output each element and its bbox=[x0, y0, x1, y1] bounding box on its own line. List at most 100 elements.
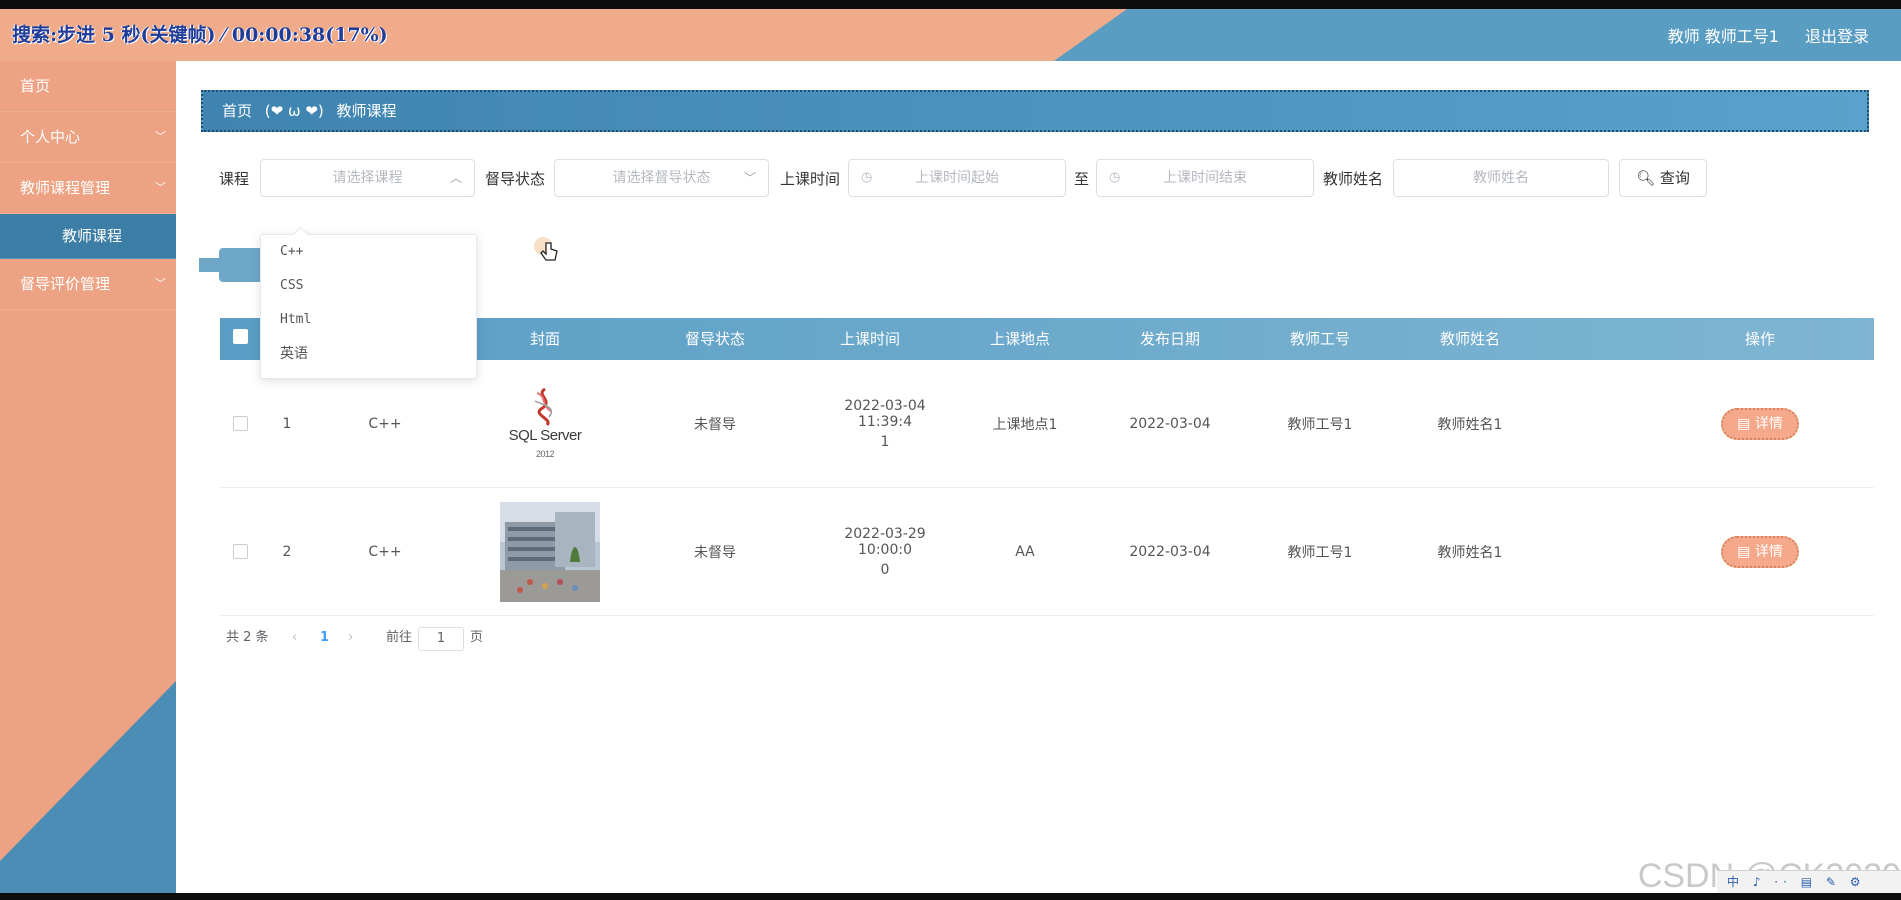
row-time: 2022-03-29 10:00:0 0 bbox=[820, 488, 950, 615]
breadcrumb-separator: (❤ ω ❤) bbox=[264, 102, 324, 120]
page-unit-label: 页 bbox=[470, 630, 484, 645]
course-option[interactable]: Html bbox=[261, 303, 476, 337]
to-label: 至 bbox=[1074, 170, 1090, 188]
chevron-down-icon: ﹀ bbox=[155, 181, 166, 194]
row-location: 上课地点1 bbox=[992, 416, 1058, 433]
table-row: 1 C++ SQL Server 2012 未督导 2022-03-04 11:… bbox=[220, 360, 1874, 488]
prev-page-icon[interactable]: ‹ bbox=[292, 624, 297, 652]
app-title: 搜索:步进 5 秒(关键帧) ⁄ 00:00:38(17%) bbox=[12, 24, 388, 46]
row-time-line2: 1 bbox=[880, 433, 890, 450]
detail-button[interactable]: ▤ 详情 bbox=[1721, 407, 1799, 440]
sidebar-item-course-management[interactable]: 教师课程管理 ﹀ bbox=[0, 163, 176, 214]
row-cover-cell bbox=[500, 488, 600, 615]
sidebar-item-label: 首页 bbox=[20, 77, 51, 95]
goto-label: 前往 bbox=[386, 630, 413, 645]
chevron-up-icon: ︿ bbox=[449, 171, 462, 185]
cover-image: SQL Server 2012 bbox=[500, 382, 590, 466]
teacher-name-input[interactable]: 教师姓名 bbox=[1393, 159, 1609, 197]
row-course: C++ bbox=[368, 543, 402, 560]
column-header: 操作 bbox=[1744, 330, 1775, 348]
course-dropdown: C++ CSS Html 英语 bbox=[260, 226, 477, 379]
column-header: 上课地点 bbox=[989, 330, 1050, 348]
cover-caption: SQL Server 2012 bbox=[500, 427, 590, 461]
course-option[interactable]: CSS bbox=[261, 269, 476, 303]
course-label: 课程 bbox=[219, 170, 250, 188]
current-user: 教师 教师工号1 bbox=[1667, 27, 1779, 46]
search-bar: 课程 请选择课程 ︿ 督导状态 请选择督导状态 ﹀ 上课时间 ◷ 上课时间起始 … bbox=[179, 159, 1901, 199]
sidebar-item-supervision-evaluation[interactable]: 督导评价管理 ﹀ bbox=[0, 259, 176, 310]
status-label: 督导状态 bbox=[485, 170, 546, 188]
sql-server-logo-icon bbox=[534, 387, 553, 426]
row-status: 未督导 bbox=[694, 544, 736, 561]
current-page-number[interactable]: 1 bbox=[320, 624, 329, 652]
row-time-line1: 2022-03-04 11:39:4 bbox=[844, 397, 926, 430]
next-page-icon[interactable]: › bbox=[348, 624, 353, 652]
detail-button-label: 详情 bbox=[1754, 543, 1783, 560]
time-label: 上课时间 bbox=[780, 170, 841, 188]
row-teacher-id: 教师工号1 bbox=[1287, 416, 1353, 433]
course-select-placeholder: 请选择课程 bbox=[332, 170, 403, 186]
time-end-placeholder: 上课时间结束 bbox=[1163, 170, 1247, 186]
column-header: 教师姓名 bbox=[1439, 330, 1500, 348]
cover-version: 2012 bbox=[535, 448, 555, 459]
breadcrumb-home[interactable]: 首页 bbox=[222, 102, 252, 120]
row-checkbox-cell bbox=[220, 488, 260, 615]
select-all-checkbox[interactable] bbox=[232, 329, 248, 344]
query-button[interactable]: 🔍︎ 查询 bbox=[1619, 159, 1707, 197]
detail-button[interactable]: ▤ 详情 bbox=[1721, 535, 1799, 568]
row-cover-cell: SQL Server 2012 bbox=[500, 360, 590, 487]
chevron-down-icon: ﹀ bbox=[155, 130, 166, 143]
row-publish-date: 2022-03-04 bbox=[1129, 415, 1211, 432]
search-icon: 🔍︎ bbox=[1636, 169, 1656, 187]
row-teacher-id: 教师工号1 bbox=[1287, 544, 1353, 561]
course-option[interactable]: C++ bbox=[261, 235, 476, 269]
row-publish-date: 2022-03-04 bbox=[1129, 543, 1211, 560]
row-checkbox[interactable] bbox=[232, 544, 248, 559]
row-action-cell: ▤ 详情 bbox=[1720, 488, 1800, 615]
column-header: 上课时间 bbox=[839, 330, 900, 348]
top-header: 搜索:步进 5 秒(关键帧) ⁄ 00:00:38(17%) 教师 教师工号1 … bbox=[0, 9, 1901, 61]
sidebar: 首页 个人中心 ﹀ 教师课程管理 ﹀ 教师课程 督导评价管理 ﹀ bbox=[0, 61, 176, 893]
document-icon: ▤ bbox=[1737, 415, 1751, 432]
pagination-total: 共 2 条 bbox=[226, 630, 269, 645]
column-header: 发布日期 bbox=[1139, 330, 1200, 348]
detail-button-label: 详情 bbox=[1754, 415, 1783, 432]
sidebar-item-teacher-course[interactable]: 教师课程 bbox=[0, 214, 176, 259]
sidebar-item-label: 个人中心 bbox=[20, 128, 81, 146]
sidebar-item-home[interactable]: 首页 bbox=[0, 61, 176, 112]
column-header: 教师工号 bbox=[1289, 330, 1350, 348]
select-all-cell bbox=[220, 318, 260, 360]
query-button-label: 查询 bbox=[1659, 169, 1690, 187]
row-checkbox[interactable] bbox=[232, 416, 248, 431]
cover-text: SQL Server bbox=[508, 426, 582, 444]
time-end-input[interactable]: ◷ 上课时间结束 bbox=[1096, 159, 1314, 197]
sidebar-item-label: 教师课程管理 bbox=[20, 179, 111, 197]
clock-icon: ◷ bbox=[861, 170, 873, 185]
time-start-input[interactable]: ◷ 上课时间起始 bbox=[848, 159, 1066, 197]
row-index: 2 bbox=[282, 543, 292, 560]
row-time-line1: 2022-03-29 10:00:0 bbox=[844, 525, 926, 558]
table-row: 2 C++ 未督导 2022-03-29 10:00:0 0 AA 2022-0… bbox=[220, 488, 1874, 616]
app-window: 搜索:步进 5 秒(关键帧) ⁄ 00:00:38(17%) 教师 教师工号1 … bbox=[0, 9, 1901, 893]
row-action-cell: ▤ 详情 bbox=[1720, 360, 1800, 487]
row-course: C++ bbox=[368, 415, 402, 432]
status-select-placeholder: 请选择督导状态 bbox=[612, 170, 711, 186]
teacher-name-label: 教师姓名 bbox=[1323, 170, 1384, 188]
time-start-placeholder: 上课时间起始 bbox=[915, 170, 999, 186]
row-teacher-name: 教师姓名1 bbox=[1437, 416, 1503, 433]
course-option[interactable]: 英语 bbox=[261, 337, 476, 371]
sidebar-item-personal-center[interactable]: 个人中心 ﹀ bbox=[0, 112, 176, 163]
clock-icon: ◷ bbox=[1109, 170, 1121, 185]
column-header: 督导状态 bbox=[684, 330, 745, 348]
breadcrumb: 首页 (❤ ω ❤) 教师课程 bbox=[201, 90, 1869, 132]
teacher-name-placeholder: 教师姓名 bbox=[1473, 170, 1529, 186]
page-jump-input[interactable]: 1 bbox=[418, 627, 464, 651]
logout-link[interactable]: 退出登录 bbox=[1805, 23, 1869, 47]
course-select[interactable]: 请选择课程 ︿ bbox=[260, 159, 475, 197]
sidebar-item-label: 教师课程 bbox=[62, 227, 123, 245]
status-select[interactable]: 请选择督导状态 ﹀ bbox=[554, 159, 769, 197]
system-tray: 中 ♪ ·· ▤ ✎ ⚙ bbox=[1717, 870, 1901, 893]
main-content: 首页 (❤ ω ❤) 教师课程 课程 请选择课程 ︿ 督导状态 请选择督导状态 … bbox=[179, 61, 1901, 893]
document-icon: ▤ bbox=[1737, 543, 1751, 560]
row-index: 1 bbox=[282, 415, 292, 432]
